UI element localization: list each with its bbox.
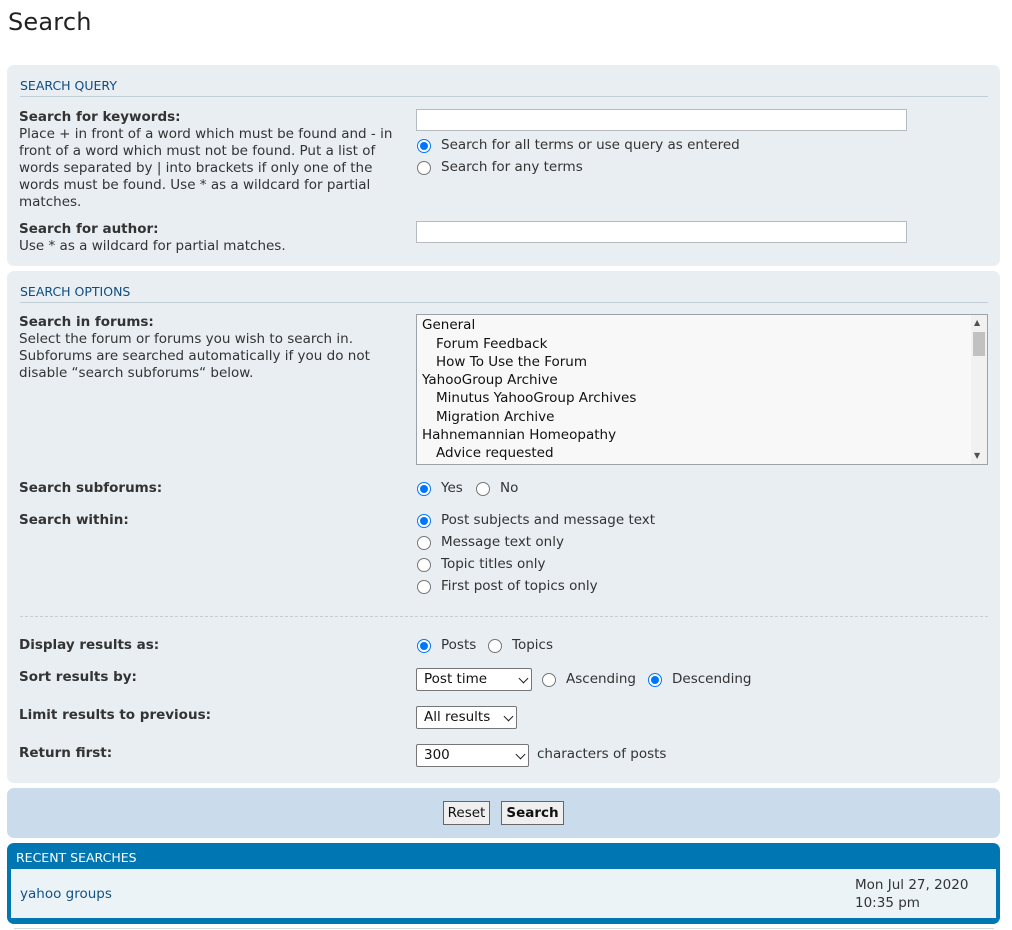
within-label: Search within: — [19, 512, 129, 528]
display-topics-label[interactable]: Topics — [512, 637, 553, 653]
within-option-label[interactable]: Topic titles only — [441, 556, 546, 572]
forums-label: Search in forums: — [19, 314, 154, 330]
subforums-no-label[interactable]: No — [500, 480, 518, 496]
forum-option[interactable]: Forum Feedback — [436, 336, 547, 352]
within-option-radio[interactable] — [417, 558, 431, 572]
scroll-up-icon[interactable]: ▲ — [974, 319, 980, 327]
forum-option[interactable]: General — [422, 317, 475, 333]
display-topics-radio[interactable] — [488, 639, 502, 653]
all-terms-label[interactable]: Search for all terms or use query as ent… — [441, 137, 740, 153]
return-select-value: 300 — [424, 747, 450, 763]
any-terms-radio[interactable] — [417, 161, 431, 175]
chevron-down-icon — [515, 749, 526, 760]
within-option-radio[interactable] — [417, 536, 431, 550]
forum-option[interactable]: Hahnemannian Homeopathy — [422, 427, 616, 443]
search-query-heading: SEARCH QUERY — [20, 78, 988, 97]
chevron-down-icon — [503, 711, 514, 722]
return-select[interactable]: 300 — [416, 744, 529, 767]
chevron-down-icon — [518, 673, 529, 684]
forum-option[interactable]: YahooGroup Archive — [422, 372, 558, 388]
search-options-panel: SEARCH OPTIONS Search in forums: Select … — [7, 271, 1000, 783]
subforums-yes-radio[interactable] — [417, 482, 431, 496]
search-button[interactable]: Search — [501, 801, 564, 825]
any-terms-label[interactable]: Search for any terms — [441, 159, 583, 175]
sort-select[interactable]: Post time — [416, 668, 532, 691]
recent-search-time: 10:35 pm — [855, 895, 920, 911]
author-input[interactable] — [416, 221, 907, 243]
options-divider — [20, 616, 988, 617]
search-options-heading: SEARCH OPTIONS — [20, 284, 988, 303]
forums-description: Select the forum or forums you wish to s… — [19, 331, 370, 381]
return-label: Return first: — [19, 745, 113, 761]
within-option-radio[interactable] — [417, 580, 431, 594]
reset-button[interactable]: Reset — [443, 801, 490, 825]
scrollbar-thumb[interactable] — [973, 332, 985, 356]
limit-select[interactable]: All results — [416, 706, 517, 729]
keywords-label: Search for keywords: — [19, 109, 181, 125]
all-terms-radio[interactable] — [417, 139, 431, 153]
within-option-radio[interactable] — [417, 514, 431, 528]
keywords-input[interactable] — [416, 109, 907, 131]
scroll-down-icon[interactable]: ▼ — [974, 452, 980, 460]
sort-ascending-label[interactable]: Ascending — [566, 671, 636, 687]
author-description: Use * as a wildcard for partial matches. — [19, 238, 286, 254]
sort-descending-label[interactable]: Descending — [672, 671, 751, 687]
display-posts-label[interactable]: Posts — [441, 637, 476, 653]
limit-label: Limit results to previous: — [19, 707, 212, 723]
within-option-label[interactable]: Post subjects and message text — [441, 512, 655, 528]
forum-option[interactable]: Minutus YahooGroup Archives — [436, 390, 636, 406]
recent-search-row: yahoo groups Mon Jul 27, 2020 10:35 pm — [11, 869, 996, 918]
author-label: Search for author: — [19, 221, 159, 237]
keywords-description: Place + in front of a word which must be… — [19, 126, 393, 210]
forum-option[interactable]: How To Use the Forum — [436, 354, 587, 370]
forums-scrollbar[interactable]: ▲ ▼ — [971, 315, 987, 464]
subforums-yes-label[interactable]: Yes — [441, 480, 463, 496]
forums-listbox[interactable]: General Forum Feedback How To Use the Fo… — [416, 314, 988, 465]
sort-select-value: Post time — [424, 671, 488, 687]
within-option-label[interactable]: Message text only — [441, 534, 564, 550]
subforums-no-radio[interactable] — [476, 482, 490, 496]
recent-searches-heading: RECENT SEARCHES — [16, 850, 137, 865]
within-option-label[interactable]: First post of topics only — [441, 578, 598, 594]
subforums-label: Search subforums: — [19, 480, 163, 496]
sort-descending-radio[interactable] — [648, 673, 662, 687]
search-query-panel: SEARCH QUERY Search for keywords: Place … — [7, 65, 1000, 266]
bottom-divider — [14, 928, 994, 929]
recent-searches-panel: RECENT SEARCHES yahoo groups Mon Jul 27,… — [7, 843, 1000, 924]
submit-bar: Reset Search — [7, 788, 1000, 838]
recent-search-link[interactable]: yahoo groups — [20, 886, 112, 902]
sort-ascending-radio[interactable] — [542, 673, 556, 687]
limit-select-value: All results — [424, 709, 491, 725]
display-posts-radio[interactable] — [417, 639, 431, 653]
page-title: Search — [8, 8, 92, 36]
recent-search-date: Mon Jul 27, 2020 — [855, 877, 969, 893]
display-label: Display results as: — [19, 637, 160, 653]
return-suffix: characters of posts — [537, 746, 667, 762]
forum-option[interactable]: Advice requested — [436, 445, 554, 461]
sort-label: Sort results by: — [19, 669, 137, 685]
forum-option[interactable]: Migration Archive — [436, 409, 554, 425]
